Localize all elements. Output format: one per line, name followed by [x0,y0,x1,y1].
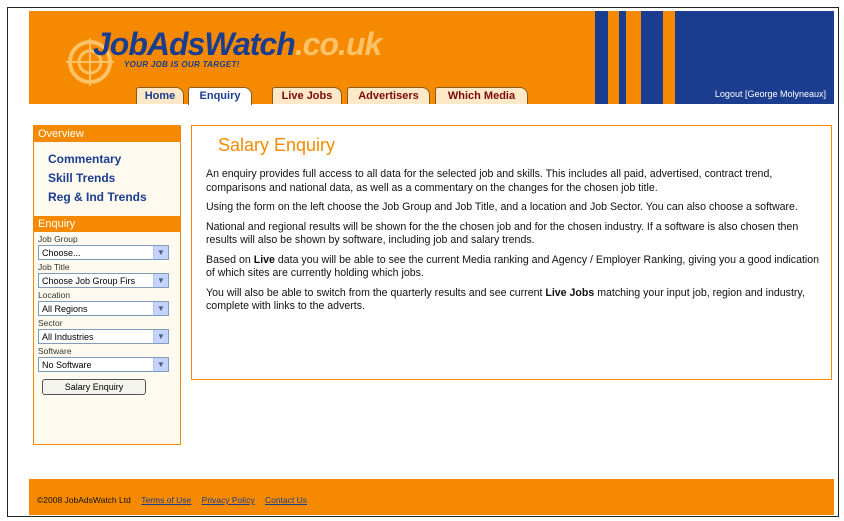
enquiry-heading: Enquiry [34,216,180,232]
paragraph-text: You will also be able to switch from the… [206,286,546,299]
paragraph-text: data you will be able to see the current… [206,253,820,280]
site-footer: ©2008 JobAdsWatch Ltd Terms of Use Priva… [29,479,834,515]
paragraph: National and regional results will be sh… [206,220,799,247]
chevron-down-icon: ▼ [153,330,168,343]
tab-advertisers[interactable]: Advertisers [347,87,430,104]
sidebar-link-reg-ind-trends[interactable]: Reg & Ind Trends [48,188,180,207]
footer-link-contact[interactable]: Contact Us [265,495,307,505]
sector-select[interactable]: All Industries ▼ [38,329,169,344]
software-value: No Software [42,360,92,370]
chevron-down-icon: ▼ [153,358,168,371]
chevron-down-icon: ▼ [153,246,168,259]
main-content: Salary Enquiry An enquiry provides full … [191,125,832,380]
paragraph-bold: Live [253,253,275,266]
overview-heading: Overview [34,126,180,142]
header-stripe [619,11,626,104]
location-label: Location [38,290,71,300]
overview-links: Commentary Skill Trends Reg & Ind Trends [34,142,180,216]
location-select[interactable]: All Regions ▼ [38,301,169,316]
footer-link-privacy[interactable]: Privacy Policy [202,495,255,505]
sidebar-link-skill-trends[interactable]: Skill Trends [48,169,180,188]
paragraph: An enquiry provides full access to all d… [206,168,773,194]
tab-live-jobs[interactable]: Live Jobs [272,87,342,104]
software-select[interactable]: No Software ▼ [38,357,169,372]
job-title-label: Job Title [38,262,70,272]
tagline: YOUR JOB IS OUR TARGET! [124,60,240,69]
sidebar-link-commentary[interactable]: Commentary [48,150,180,169]
logo-domain: .co.uk [294,26,382,62]
chevron-down-icon: ▼ [153,302,168,315]
site-logo[interactable]: JobAdsWatch.co.uk [93,26,382,62]
paragraph: You will also be able to switch from the… [206,287,822,314]
intro-text: An enquiry provides full access to all d… [206,168,822,320]
sector-value: All Industries [42,332,94,342]
footer-link-terms[interactable]: Terms of Use [141,495,191,505]
header-stripe [641,11,663,104]
job-group-select[interactable]: Choose... ▼ [38,245,169,260]
tab-home[interactable]: Home [136,87,184,104]
job-group-label: Job Group [38,234,78,244]
sector-label: Sector [38,318,63,328]
tab-enquiry[interactable]: Enquiry [188,87,252,105]
salary-enquiry-button[interactable]: Salary Enquiry [42,379,146,395]
paragraph-bold: Live Jobs [545,286,595,299]
job-title-value: Choose Job Group Firs [42,276,136,286]
logo-name: JobAdsWatch [93,26,296,62]
header-stripe [595,11,608,104]
paragraph: Using the form on the left choose the Jo… [206,201,798,213]
job-group-value: Choose... [42,248,81,258]
software-label: Software [38,346,72,356]
logout-link[interactable]: Logout [George Molyneaux] [715,89,826,99]
chevron-down-icon: ▼ [153,274,168,287]
footer-text: ©2008 JobAdsWatch Ltd Terms of Use Priva… [37,495,307,505]
location-value: All Regions [42,304,88,314]
paragraph: Based on Live data you will be able to s… [206,254,822,281]
copyright: ©2008 JobAdsWatch Ltd [37,495,131,505]
paragraph-text: Based on [206,253,254,266]
job-title-select[interactable]: Choose Job Group Firs ▼ [38,273,169,288]
tab-which-media[interactable]: Which Media [435,87,528,104]
page-title: Salary Enquiry [218,135,336,155]
sidebar: Overview Commentary Skill Trends Reg & I… [33,125,181,445]
